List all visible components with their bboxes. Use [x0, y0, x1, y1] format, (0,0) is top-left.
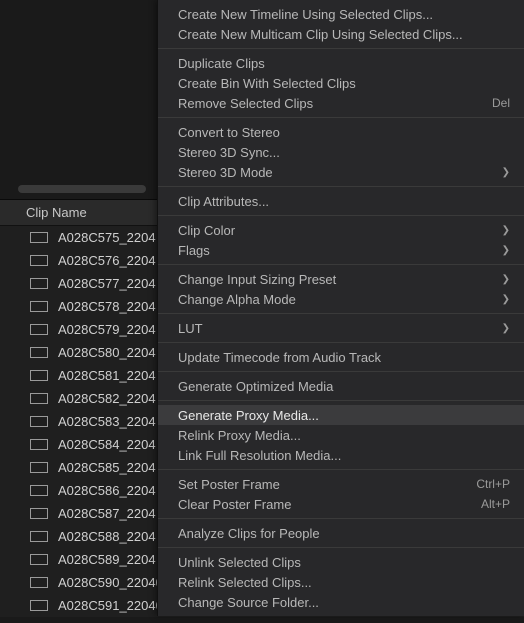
chevron-right-icon: ❯ [502, 323, 510, 334]
menu-item[interactable]: Set Poster Frame Ctrl+P [158, 474, 524, 494]
clip-icon [30, 324, 48, 335]
menu-item-label: Change Alpha Mode [178, 292, 494, 307]
menu-item[interactable]: Duplicate Clips [158, 53, 524, 73]
menu-item-label: Analyze Clips for People [178, 526, 510, 541]
menu-item[interactable]: Unlink Selected Clips [158, 552, 524, 572]
menu-item-label: Link Full Resolution Media... [178, 448, 510, 463]
menu-separator [158, 186, 524, 187]
menu-separator [158, 400, 524, 401]
menu-item-shortcut: Alt+P [481, 497, 510, 511]
menu-item-label: Stereo 3D Mode [178, 165, 494, 180]
menu-item[interactable]: Relink Selected Clips... [158, 572, 524, 592]
menu-item[interactable]: LUT ❯ [158, 318, 524, 338]
chevron-right-icon: ❯ [502, 167, 510, 178]
chevron-right-icon: ❯ [502, 245, 510, 256]
clip-icon [30, 600, 48, 611]
clip-icon [30, 531, 48, 542]
menu-item-label: Create New Timeline Using Selected Clips… [178, 7, 510, 22]
clip-icon [30, 255, 48, 266]
menu-item[interactable]: Stereo 3D Sync... [158, 142, 524, 162]
menu-separator [158, 469, 524, 470]
menu-item[interactable]: Clip Color ❯ [158, 220, 524, 240]
menu-item[interactable]: Remove Selected Clips Del [158, 93, 524, 113]
menu-item[interactable]: Change Alpha Mode ❯ [158, 289, 524, 309]
clip-icon [30, 393, 48, 404]
menu-item-label: Relink Selected Clips... [178, 575, 510, 590]
menu-item-label: Generate Proxy Media... [178, 408, 510, 423]
menu-item[interactable]: Create New Timeline Using Selected Clips… [158, 4, 524, 24]
menu-item-label: Change Input Sizing Preset [178, 272, 494, 287]
clip-icon [30, 577, 48, 588]
menu-item-label: Clip Attributes... [178, 194, 510, 209]
clip-icon [30, 278, 48, 289]
menu-item-label: Update Timecode from Audio Track [178, 350, 510, 365]
menu-item-label: Clip Color [178, 223, 494, 238]
menu-item[interactable]: Create New Multicam Clip Using Selected … [158, 24, 524, 44]
menu-item[interactable]: Link Full Resolution Media... [158, 445, 524, 465]
menu-item[interactable]: Stereo 3D Mode ❯ [158, 162, 524, 182]
menu-item-label: Remove Selected Clips [178, 96, 472, 111]
menu-item-shortcut: Del [492, 96, 510, 110]
menu-item-label: Set Poster Frame [178, 477, 456, 492]
clip-icon [30, 485, 48, 496]
menu-item[interactable]: Create Bin With Selected Clips [158, 73, 524, 93]
chevron-right-icon: ❯ [502, 294, 510, 305]
menu-item[interactable]: Flags ❯ [158, 240, 524, 260]
menu-item[interactable]: Convert to Stereo [158, 122, 524, 142]
menu-item[interactable]: Clear Poster Frame Alt+P [158, 494, 524, 514]
menu-separator [158, 117, 524, 118]
menu-separator [158, 264, 524, 265]
clip-icon [30, 439, 48, 450]
context-menu: Create New Timeline Using Selected Clips… [157, 0, 524, 616]
menu-item-label: Change Source Folder... [178, 595, 510, 610]
menu-separator [158, 518, 524, 519]
menu-item[interactable]: Generate Proxy Media... [158, 405, 524, 425]
menu-separator [158, 547, 524, 548]
menu-item-shortcut: Ctrl+P [476, 477, 510, 491]
menu-item-label: Relink Proxy Media... [178, 428, 510, 443]
clip-icon [30, 232, 48, 243]
menu-item-label: Generate Optimized Media [178, 379, 510, 394]
clip-icon [30, 347, 48, 358]
column-header-label: Clip Name [26, 205, 87, 220]
chevron-right-icon: ❯ [502, 274, 510, 285]
menu-item-label: Clear Poster Frame [178, 497, 461, 512]
menu-item-label: Stereo 3D Sync... [178, 145, 510, 160]
clip-icon [30, 370, 48, 381]
menu-separator [158, 313, 524, 314]
menu-separator [158, 48, 524, 49]
clip-icon [30, 554, 48, 565]
chevron-right-icon: ❯ [502, 225, 510, 236]
menu-item-label: Create New Multicam Clip Using Selected … [178, 27, 510, 42]
menu-separator [158, 371, 524, 372]
menu-item-label: LUT [178, 321, 494, 336]
menu-item-label: Duplicate Clips [178, 56, 510, 71]
menu-item[interactable]: Update Timecode from Audio Track [158, 347, 524, 367]
menu-separator [158, 342, 524, 343]
menu-item[interactable]: Change Source Folder... [158, 592, 524, 612]
clip-icon [30, 301, 48, 312]
menu-item[interactable]: Change Input Sizing Preset ❯ [158, 269, 524, 289]
clip-icon [30, 462, 48, 473]
menu-separator [158, 215, 524, 216]
horizontal-scrollbar[interactable] [18, 185, 146, 193]
clip-icon [30, 416, 48, 427]
clip-icon [30, 508, 48, 519]
menu-item-label: Unlink Selected Clips [178, 555, 510, 570]
menu-item[interactable]: Clip Attributes... [158, 191, 524, 211]
menu-item-label: Flags [178, 243, 494, 258]
menu-item-label: Create Bin With Selected Clips [178, 76, 510, 91]
menu-item-label: Convert to Stereo [178, 125, 510, 140]
menu-item[interactable]: Generate Optimized Media [158, 376, 524, 396]
menu-item[interactable]: Analyze Clips for People [158, 523, 524, 543]
menu-item[interactable]: Relink Proxy Media... [158, 425, 524, 445]
